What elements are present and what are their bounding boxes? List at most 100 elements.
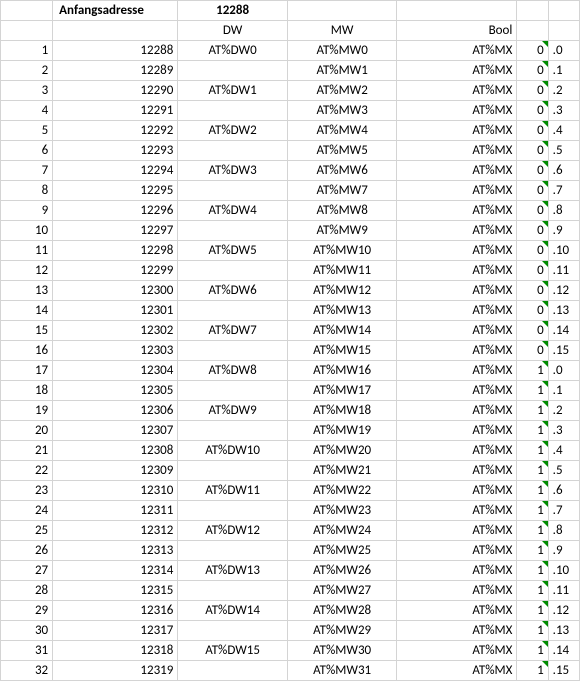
cell-mw[interactable]: AT%MW21 <box>287 461 397 481</box>
cell-b1[interactable]: 1 <box>517 541 548 561</box>
cell-mw[interactable]: AT%MW13 <box>287 301 397 321</box>
cell-mw[interactable]: AT%MW28 <box>287 601 397 621</box>
cell-bool[interactable]: AT%MX <box>397 61 517 81</box>
cell-b1[interactable]: 0 <box>517 81 548 101</box>
cell-i[interactable]: 16 <box>1 341 53 361</box>
cell-bool[interactable]: AT%MX <box>397 461 517 481</box>
cell-dw[interactable] <box>178 141 288 161</box>
cell-blank[interactable] <box>287 1 397 21</box>
cell-b1[interactable]: 1 <box>517 521 548 541</box>
cell-addr[interactable]: 12317 <box>53 621 178 641</box>
cell-dw[interactable] <box>178 261 288 281</box>
cell-b1[interactable]: 1 <box>517 661 548 681</box>
cell-addr[interactable]: 12299 <box>53 261 178 281</box>
cell-dw[interactable]: AT%DW8 <box>178 361 288 381</box>
cell-addr[interactable]: 12313 <box>53 541 178 561</box>
cell-b2[interactable]: .0 <box>548 361 579 381</box>
cell-dw[interactable] <box>178 61 288 81</box>
cell-b1[interactable]: 1 <box>517 381 548 401</box>
cell-mw[interactable]: AT%MW29 <box>287 621 397 641</box>
cell-dw[interactable]: AT%DW14 <box>178 601 288 621</box>
cell-bool[interactable]: AT%MX <box>397 641 517 661</box>
cell-b1[interactable]: 0 <box>517 141 548 161</box>
cell-bool[interactable]: AT%MX <box>397 121 517 141</box>
cell-b2[interactable]: .11 <box>548 261 579 281</box>
cell-addr[interactable]: 12302 <box>53 321 178 341</box>
cell-addr[interactable]: 12294 <box>53 161 178 181</box>
cell-b1[interactable]: 1 <box>517 441 548 461</box>
cell-b2[interactable]: .14 <box>548 641 579 661</box>
cell-addr[interactable]: 12288 <box>53 41 178 61</box>
cell-mw[interactable]: AT%MW1 <box>287 61 397 81</box>
cell-addr[interactable]: 12303 <box>53 341 178 361</box>
cell-i[interactable]: 3 <box>1 81 53 101</box>
cell-i[interactable]: 9 <box>1 201 53 221</box>
cell-b1[interactable]: 1 <box>517 641 548 661</box>
header-dw[interactable]: DW <box>178 21 288 41</box>
cell-dw[interactable] <box>178 661 288 681</box>
cell-i[interactable]: 28 <box>1 581 53 601</box>
cell-b2[interactable]: .2 <box>548 81 579 101</box>
cell-b1[interactable]: 0 <box>517 41 548 61</box>
cell-mw[interactable]: AT%MW17 <box>287 381 397 401</box>
cell-b2[interactable]: .9 <box>548 541 579 561</box>
cell-addr[interactable]: 12297 <box>53 221 178 241</box>
cell-addr[interactable]: 12314 <box>53 561 178 581</box>
cell-mw[interactable]: AT%MW14 <box>287 321 397 341</box>
cell-addr[interactable]: 12312 <box>53 521 178 541</box>
cell-b1[interactable]: 0 <box>517 201 548 221</box>
cell-dw[interactable] <box>178 621 288 641</box>
cell-bool[interactable]: AT%MX <box>397 41 517 61</box>
cell-i[interactable]: 31 <box>1 641 53 661</box>
cell-i[interactable]: 23 <box>1 481 53 501</box>
cell-b1[interactable]: 1 <box>517 601 548 621</box>
cell-b1[interactable]: 1 <box>517 401 548 421</box>
cell-addr[interactable]: 12306 <box>53 401 178 421</box>
cell-i[interactable]: 19 <box>1 401 53 421</box>
cell-b2[interactable]: .3 <box>548 101 579 121</box>
cell-b2[interactable]: .0 <box>548 41 579 61</box>
cell-mw[interactable]: AT%MW12 <box>287 281 397 301</box>
cell-bool[interactable]: AT%MX <box>397 541 517 561</box>
cell-b2[interactable]: .12 <box>548 601 579 621</box>
cell-b2[interactable]: .9 <box>548 221 579 241</box>
cell-i[interactable]: 29 <box>1 601 53 621</box>
cell-b1[interactable]: 0 <box>517 101 548 121</box>
cell-i[interactable]: 20 <box>1 421 53 441</box>
cell-b2[interactable]: .10 <box>548 561 579 581</box>
cell-i[interactable]: 12 <box>1 261 53 281</box>
cell-bool[interactable]: AT%MX <box>397 181 517 201</box>
cell-mw[interactable]: AT%MW15 <box>287 341 397 361</box>
cell-blank[interactable] <box>53 21 178 41</box>
cell-mw[interactable]: AT%MW22 <box>287 481 397 501</box>
cell-bool[interactable]: AT%MX <box>397 501 517 521</box>
cell-bool[interactable]: AT%MX <box>397 161 517 181</box>
cell-addr[interactable]: 12315 <box>53 581 178 601</box>
cell-addr[interactable]: 12310 <box>53 481 178 501</box>
cell-dw[interactable] <box>178 301 288 321</box>
cell-blank[interactable] <box>517 1 548 21</box>
cell-b1[interactable]: 1 <box>517 561 548 581</box>
cell-b1[interactable]: 0 <box>517 241 548 261</box>
cell-dw[interactable]: AT%DW12 <box>178 521 288 541</box>
cell-i[interactable]: 14 <box>1 301 53 321</box>
cell-bool[interactable]: AT%MX <box>397 321 517 341</box>
cell-dw[interactable]: AT%DW10 <box>178 441 288 461</box>
header-start-address-value[interactable]: 12288 <box>178 1 288 21</box>
cell-mw[interactable]: AT%MW10 <box>287 241 397 261</box>
cell-dw[interactable]: AT%DW7 <box>178 321 288 341</box>
header-mw[interactable]: MW <box>287 21 397 41</box>
cell-addr[interactable]: 12292 <box>53 121 178 141</box>
cell-bool[interactable]: AT%MX <box>397 561 517 581</box>
cell-dw[interactable] <box>178 421 288 441</box>
cell-mw[interactable]: AT%MW27 <box>287 581 397 601</box>
cell-b1[interactable]: 1 <box>517 581 548 601</box>
cell-b2[interactable]: .4 <box>548 441 579 461</box>
cell-i[interactable]: 21 <box>1 441 53 461</box>
cell-bool[interactable]: AT%MX <box>397 301 517 321</box>
cell-dw[interactable]: AT%DW1 <box>178 81 288 101</box>
cell-b1[interactable]: 1 <box>517 481 548 501</box>
cell-b2[interactable]: .7 <box>548 501 579 521</box>
cell-b1[interactable]: 1 <box>517 421 548 441</box>
cell-b2[interactable]: .8 <box>548 201 579 221</box>
